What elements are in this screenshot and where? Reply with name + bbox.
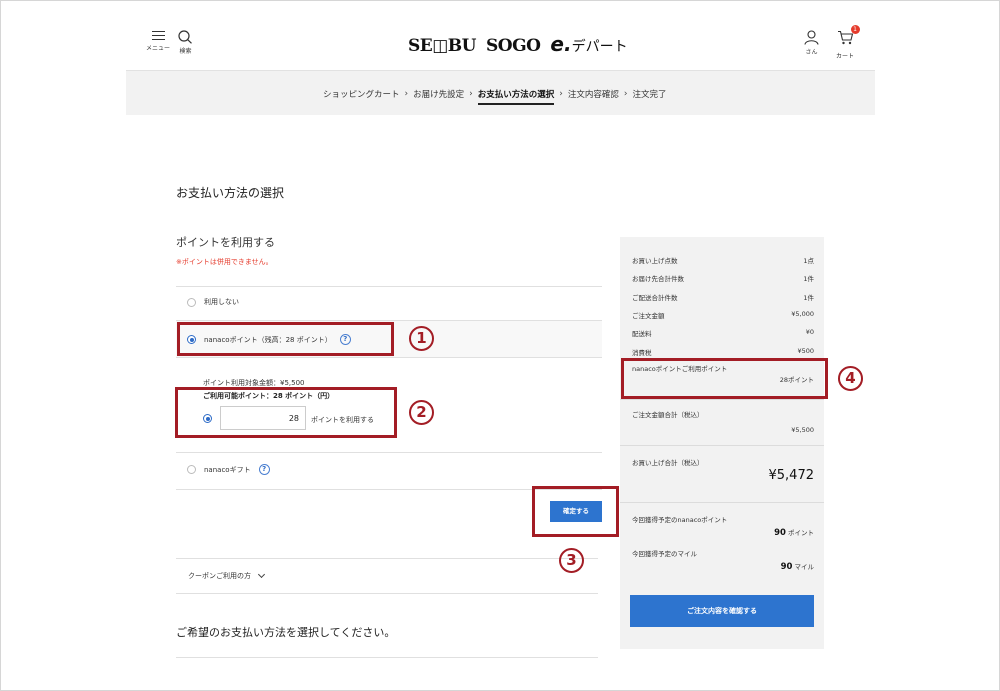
summary-row: お届け先合計件数 1件	[632, 273, 814, 283]
annotation-number-2: 2	[409, 400, 434, 425]
earn-mile-points: 90 マイル	[781, 561, 814, 572]
logo-e-department: e.デパート	[550, 32, 627, 56]
divider	[620, 502, 824, 503]
select-payment-message: ご希望のお支払い方法を選択してください。	[176, 626, 396, 639]
cart-button[interactable]: 1 カート	[836, 25, 860, 60]
divider	[176, 657, 598, 658]
earn-nanaco-points: 90 ポイント	[774, 527, 814, 538]
divider	[620, 399, 824, 400]
summary-value: 1件	[803, 294, 814, 302]
account-button[interactable]: さん	[804, 30, 819, 56]
logo-e: e.	[550, 32, 572, 56]
coupon-toggle[interactable]: クーポンご利用の方	[188, 570, 266, 581]
earn-nanaco-unit: ポイント	[788, 529, 814, 537]
option-no-points[interactable]: 利用しない	[176, 297, 602, 307]
logo-seibu: SE◫BU	[408, 36, 477, 56]
earn-nanaco-label: 今回獲得予定のnanacoポイント	[632, 516, 728, 524]
site-logo[interactable]: SE◫BU SOGO e.デパート	[408, 32, 628, 56]
step-cart[interactable]: ショッピングカート	[323, 88, 400, 100]
points-section-title: ポイントを利用する	[176, 236, 275, 249]
order-total-value: ¥5,500	[791, 426, 814, 434]
annotation-box-3	[532, 486, 619, 537]
summary-row: 消費税 ¥500	[632, 347, 814, 357]
confirm-order-button[interactable]: ご注文内容を確認する	[630, 595, 814, 627]
site-header: メニュー 検索 SE◫BU SOGO e.デパート さん 1 カート	[126, 22, 875, 70]
option-nanaco-gift-label: nanacoギフト	[204, 465, 251, 474]
summary-value: 1件	[803, 275, 814, 283]
step-complete[interactable]: 注文完了	[633, 88, 667, 100]
step-delivery[interactable]: お届け先設定	[413, 88, 464, 100]
summary-label: 配送料	[632, 330, 652, 338]
divider	[620, 445, 824, 446]
chevron-right-icon: ›	[559, 89, 563, 99]
purchase-total-value: ¥5,472	[768, 468, 815, 483]
order-summary: お買い上げ点数 1点 お届け先合計件数 1件 ご配送合計件数 1件 ご注文金額 …	[620, 237, 824, 649]
summary-label: 消費税	[632, 349, 652, 357]
option-nanaco-gift[interactable]: nanacoギフト ?	[176, 464, 602, 475]
chevron-right-icon: ›	[623, 89, 628, 99]
annotation-number-3: 3	[559, 548, 584, 573]
earn-mile-label: 今回獲得予定のマイル	[632, 550, 697, 558]
logo-dept: デパート	[571, 39, 628, 55]
search-button[interactable]: 検索	[178, 30, 193, 55]
summary-row: ご配送合計件数 1件	[632, 292, 814, 302]
hamburger-icon	[151, 30, 165, 41]
summary-row: 配送料 ¥0	[632, 328, 814, 338]
annotation-number-1: 1	[409, 326, 434, 351]
summary-value: ¥5,000	[791, 310, 814, 318]
chevron-right-icon: ›	[469, 89, 473, 99]
cart-caption: カート	[836, 53, 855, 60]
summary-value: ¥0	[805, 328, 814, 336]
help-icon[interactable]: ?	[258, 464, 270, 475]
radio-no-points[interactable]	[187, 297, 196, 307]
page-title: お支払い方法の選択	[176, 186, 285, 200]
account-caption: さん	[805, 49, 818, 56]
annotation-number-4: 4	[838, 366, 863, 391]
summary-row: ご注文金額 ¥5,000	[632, 310, 814, 320]
summary-label: お買い上げ点数	[632, 257, 678, 265]
radio-nanaco-gift[interactable]	[187, 465, 196, 474]
coupon-label: クーポンご利用の方	[188, 572, 251, 580]
divider	[176, 357, 602, 358]
step-payment[interactable]: お支払い方法の選択	[477, 88, 554, 105]
summary-label: ご配送合計件数	[632, 294, 678, 302]
checkout-steps-bar: ショッピングカート › お届け先設定 › お支払い方法の選択 › 注文内容確認 …	[126, 70, 875, 115]
chevron-down-icon	[257, 570, 266, 579]
divider	[176, 320, 602, 321]
summary-value: ¥500	[797, 347, 814, 355]
cart-icon	[837, 30, 853, 45]
order-total-label: ご注文金額合計（税込）	[632, 411, 704, 419]
divider	[176, 286, 602, 287]
divider	[176, 558, 598, 559]
breadcrumb: ショッピングカート › お届け先設定 › お支払い方法の選択 › 注文内容確認 …	[323, 88, 667, 105]
annotation-box-4	[621, 358, 828, 399]
summary-value: 1点	[803, 257, 814, 265]
cart-count-badge: 1	[850, 25, 860, 34]
earn-mile-unit: マイル	[794, 563, 815, 571]
summary-label: お届け先合計件数	[632, 275, 684, 283]
logo-sogo: SOGO	[486, 36, 541, 56]
summary-label: ご注文金額	[632, 312, 665, 320]
menu-caption: メニュー	[146, 45, 171, 52]
option-no-points-label: 利用しない	[204, 298, 239, 306]
points-note: ※ポイントは併用できません。	[176, 258, 273, 266]
earn-nanaco-value: 90	[774, 528, 786, 538]
summary-row: お買い上げ点数 1点	[632, 255, 814, 265]
purchase-total-label: お買い上げ合計（税込）	[632, 459, 704, 467]
search-icon	[178, 30, 192, 44]
user-icon	[804, 30, 819, 45]
earn-mile-value: 90	[780, 562, 793, 572]
chevron-right-icon: ›	[404, 89, 409, 99]
annotation-box-1	[177, 322, 394, 356]
divider	[176, 593, 598, 594]
step-confirm[interactable]: 注文内容確認	[568, 88, 619, 100]
menu-button[interactable]: メニュー	[146, 30, 170, 52]
search-caption: 検索	[179, 48, 192, 55]
divider	[176, 452, 602, 453]
annotation-box-2	[175, 387, 397, 438]
